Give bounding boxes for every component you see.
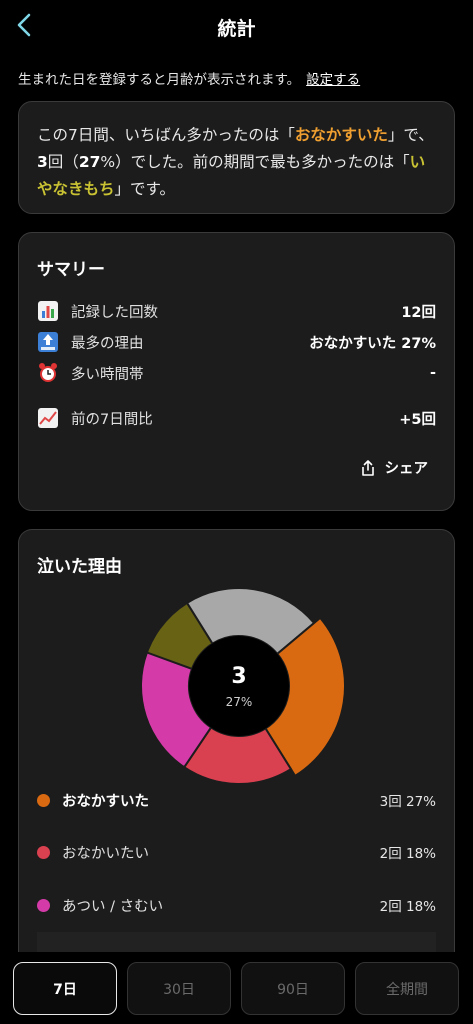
summary-row-time: 多い時間帯 - — [37, 360, 436, 386]
tab-all-period[interactable]: 全期間 — [355, 962, 459, 1015]
bar-chart-icon — [38, 301, 58, 321]
share-icon — [361, 459, 374, 476]
highlight-text: この7日間、いちばん多かったのは「おなかすいた」で、3回（27%）でした。前の期… — [37, 126, 434, 198]
tab-30-days[interactable]: 30日 — [127, 962, 231, 1015]
legend-item[interactable]: おなかいたい 2回 18% — [37, 839, 436, 865]
legend-name: おなかすいた — [62, 793, 149, 810]
legend-item[interactable]: おなかすいた 3回 27% — [37, 787, 436, 813]
legend-dot — [37, 898, 50, 912]
notice-text: 生まれた日を登録すると月齢が表示されます。 — [18, 72, 301, 88]
legend-value: 2回 18% — [379, 846, 436, 862]
summary-row-top-reason: 最多の理由 おなかすいた 27% — [37, 329, 436, 355]
summary-label: 多い時間帯 — [71, 366, 144, 383]
legend-dot — [37, 845, 50, 859]
pie-hole — [189, 636, 289, 736]
legend-value: 3回 27% — [379, 794, 436, 810]
highlight-card: この7日間、いちばん多かったのは「おなかすいた」で、3回（27%）でした。前の期… — [18, 101, 455, 214]
share-button[interactable]: シェア — [361, 457, 429, 478]
reasons-card: 泣いた理由 3 27% おなかすいた 3回 27% おなかいたい 2回 18% … — [18, 529, 455, 972]
summary-label: 前の7日間比 — [71, 411, 153, 428]
reasons-pie-chart: 3 27% — [129, 576, 349, 796]
legend-dot — [37, 793, 50, 807]
legend-name: おなかいたい — [62, 845, 149, 862]
pie-svg — [140, 587, 346, 785]
top-percent: 27 — [78, 153, 101, 171]
share-label: シェア — [384, 461, 429, 477]
legend-value: 2回 18% — [379, 899, 436, 915]
summary-label: 記録した回数 — [71, 304, 158, 321]
top-count: 3 — [37, 153, 48, 171]
tab-7-days[interactable]: 7日 — [13, 962, 117, 1015]
summary-value: +5回 — [399, 411, 436, 428]
summary-value: - — [429, 365, 436, 381]
page-title: 統計 — [217, 18, 256, 40]
summary-row-count: 記録した回数 12回 — [37, 298, 436, 324]
header: 統計 — [0, 0, 473, 52]
birthday-notice: 生まれた日を登録すると月齢が表示されます。 設定する — [18, 68, 360, 88]
summary-label: 最多の理由 — [71, 335, 144, 352]
reasons-title: 泣いた理由 — [37, 557, 122, 577]
summary-title: サマリー — [37, 260, 105, 280]
settings-link[interactable]: 設定する — [306, 72, 360, 88]
legend-name: あつい / さむい — [62, 898, 164, 915]
summary-row-compare: 前の7日間比 +5回 — [37, 405, 436, 431]
top-icon — [38, 332, 58, 352]
trend-up-icon — [38, 408, 58, 428]
summary-card: サマリー 記録した回数 12回 最多の理由 おなかすいた 27% 多い時間帯 - — [18, 232, 455, 511]
alarm-clock-icon — [39, 363, 57, 382]
summary-value: おなかすいた 27% — [309, 335, 436, 352]
tab-90-days[interactable]: 90日 — [241, 962, 345, 1015]
summary-value: 12回 — [401, 304, 436, 321]
period-tabbar: 7日 30日 90日 全期間 — [0, 952, 473, 1024]
top-reason: おなかすいた — [294, 126, 388, 144]
legend-item[interactable]: あつい / さむい 2回 18% — [37, 892, 436, 918]
